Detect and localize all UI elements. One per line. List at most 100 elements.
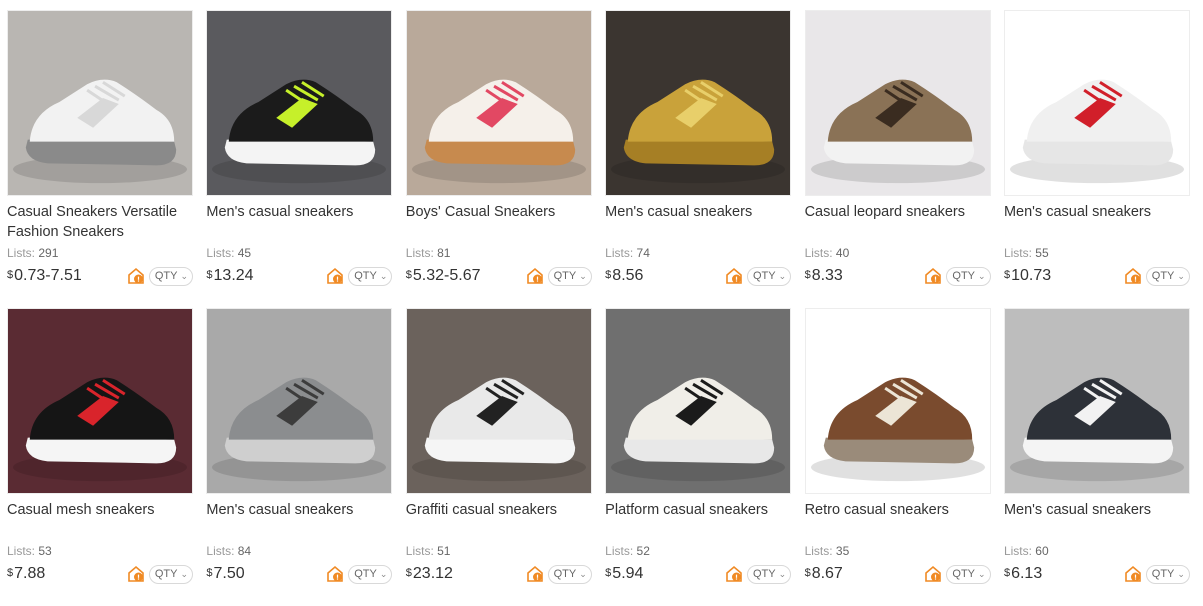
store-badge-icon[interactable]: [725, 565, 743, 583]
price-value: 6.13: [1011, 565, 1043, 582]
currency-symbol: $: [605, 567, 612, 579]
store-badge-icon[interactable]: [526, 565, 544, 583]
shoe-photo-icon: [606, 11, 791, 195]
currency-symbol: $: [7, 269, 14, 281]
chevron-down-icon: ⌄: [379, 568, 388, 579]
shoe-photo-icon: [207, 309, 392, 493]
qty-dropdown[interactable]: QTY ⌄: [747, 266, 792, 286]
store-badge-icon[interactable]: [326, 267, 344, 285]
price-value: 8.56: [612, 267, 644, 284]
shoe-photo-icon: [406, 11, 591, 195]
product-grid: Casual Sneakers Versatile Fashion Sneake…: [7, 10, 1190, 606]
product-image[interactable]: [804, 308, 991, 494]
store-badge-icon[interactable]: [924, 267, 942, 285]
store-badge-icon[interactable]: [1124, 565, 1142, 583]
qty-label: QTY: [354, 270, 377, 282]
product-image[interactable]: [206, 308, 393, 494]
qty-dropdown[interactable]: QTY ⌄: [1145, 266, 1190, 286]
product-title[interactable]: Graffiti casual sneakers: [406, 500, 592, 540]
product-title[interactable]: Men's casual sneakers: [206, 500, 392, 540]
currency-symbol: $: [7, 567, 14, 579]
store-badge-icon[interactable]: [127, 267, 145, 285]
product-price: $7.88: [7, 565, 45, 583]
lists-count: Lists: 40: [805, 246, 991, 262]
product-card: Casual Sneakers Versatile Fashion Sneake…: [7, 10, 193, 308]
product-price: $6.13: [1004, 565, 1042, 583]
product-card: Men's casual sneakers Lists: 60 $6.13 QT…: [1003, 308, 1190, 606]
product-title[interactable]: Platform casual sneakers: [605, 500, 791, 540]
card-actions: QTY ⌄: [725, 266, 792, 286]
product-title[interactable]: Casual leopard sneakers: [805, 202, 991, 242]
currency-symbol: $: [1003, 269, 1011, 281]
currency-symbol: $: [605, 269, 612, 281]
qty-dropdown[interactable]: QTY ⌄: [348, 266, 393, 286]
product-image[interactable]: [605, 308, 792, 494]
card-actions: QTY ⌄: [326, 266, 393, 286]
card-actions: QTY ⌄: [526, 266, 592, 286]
product-title[interactable]: Men's casual sneakers: [206, 202, 392, 242]
shoe-photo-icon: [1004, 309, 1189, 493]
card-actions: QTY ⌄: [924, 564, 991, 584]
price-row: $8.67 QTY ⌄: [805, 563, 991, 585]
product-title[interactable]: Retro casual sneakers: [805, 500, 991, 540]
product-image[interactable]: [605, 10, 792, 196]
qty-dropdown[interactable]: QTY ⌄: [946, 564, 991, 584]
lists-count: Lists: 60: [1004, 544, 1190, 560]
product-title[interactable]: Men's casual sneakers: [1004, 202, 1190, 242]
qty-dropdown[interactable]: QTY ⌄: [1145, 564, 1190, 584]
currency-symbol: $: [405, 567, 412, 579]
lists-value: 60: [1035, 544, 1049, 558]
qty-dropdown[interactable]: QTY ⌄: [747, 564, 792, 584]
shoe-photo-icon: [8, 309, 192, 493]
qty-dropdown[interactable]: QTY ⌄: [547, 266, 592, 286]
product-image[interactable]: [1003, 308, 1190, 494]
price-value: 0.73-7.51: [14, 267, 82, 284]
store-badge-icon[interactable]: [1124, 267, 1142, 285]
lists-label: Lists:: [1003, 544, 1036, 558]
product-image[interactable]: [405, 10, 592, 196]
lists-value: 35: [835, 544, 850, 558]
qty-dropdown[interactable]: QTY ⌄: [348, 564, 393, 584]
store-badge-icon[interactable]: [326, 565, 344, 583]
chevron-down-icon: ⌄: [1177, 568, 1185, 579]
product-title[interactable]: Casual Sneakers Versatile Fashion Sneake…: [7, 202, 193, 242]
price-row: $8.56 QTY ⌄: [605, 265, 792, 287]
price-row: $5.32-5.67 QTY ⌄: [406, 265, 592, 287]
lists-value: 45: [237, 246, 252, 260]
lists-label: Lists:: [405, 544, 438, 558]
lists-value: 84: [237, 544, 252, 558]
qty-dropdown[interactable]: QTY ⌄: [148, 564, 193, 584]
currency-symbol: $: [206, 567, 213, 579]
chevron-down-icon: ⌄: [978, 270, 986, 281]
product-title[interactable]: Men's casual sneakers: [605, 202, 791, 242]
store-badge-icon[interactable]: [924, 565, 942, 583]
lists-value: 40: [835, 246, 850, 260]
price-value: 7.88: [14, 565, 46, 582]
shoe-photo-icon: [207, 11, 392, 195]
qty-dropdown[interactable]: QTY ⌄: [547, 564, 592, 584]
currency-symbol: $: [405, 269, 412, 281]
price-value: 5.32-5.67: [412, 267, 481, 284]
product-card: Men's casual sneakers Lists: 55 $10.73 Q…: [1003, 10, 1190, 308]
product-title[interactable]: Men's casual sneakers: [1004, 500, 1190, 540]
product-card: Men's casual sneakers Lists: 45 $13.24 Q…: [206, 10, 393, 308]
qty-dropdown[interactable]: QTY ⌄: [946, 266, 991, 286]
product-card: Platform casual sneakers Lists: 52 $5.94…: [605, 308, 792, 606]
product-image[interactable]: [1003, 10, 1190, 196]
lists-count: Lists: 81: [406, 246, 592, 262]
store-badge-icon[interactable]: [127, 565, 145, 583]
product-title[interactable]: Boys' Casual Sneakers: [406, 202, 592, 242]
product-image[interactable]: [7, 10, 193, 196]
product-title[interactable]: Casual mesh sneakers: [7, 500, 193, 540]
store-badge-icon[interactable]: [725, 267, 743, 285]
card-actions: QTY ⌄: [1124, 266, 1190, 286]
price-row: $6.13 QTY ⌄: [1004, 563, 1190, 585]
product-image[interactable]: [405, 308, 592, 494]
product-image[interactable]: [804, 10, 991, 196]
product-image[interactable]: [7, 308, 193, 494]
qty-dropdown[interactable]: QTY ⌄: [148, 266, 193, 286]
card-actions: QTY ⌄: [326, 564, 393, 584]
chevron-down-icon: ⌄: [379, 270, 388, 281]
product-image[interactable]: [206, 10, 393, 196]
store-badge-icon[interactable]: [526, 267, 544, 285]
